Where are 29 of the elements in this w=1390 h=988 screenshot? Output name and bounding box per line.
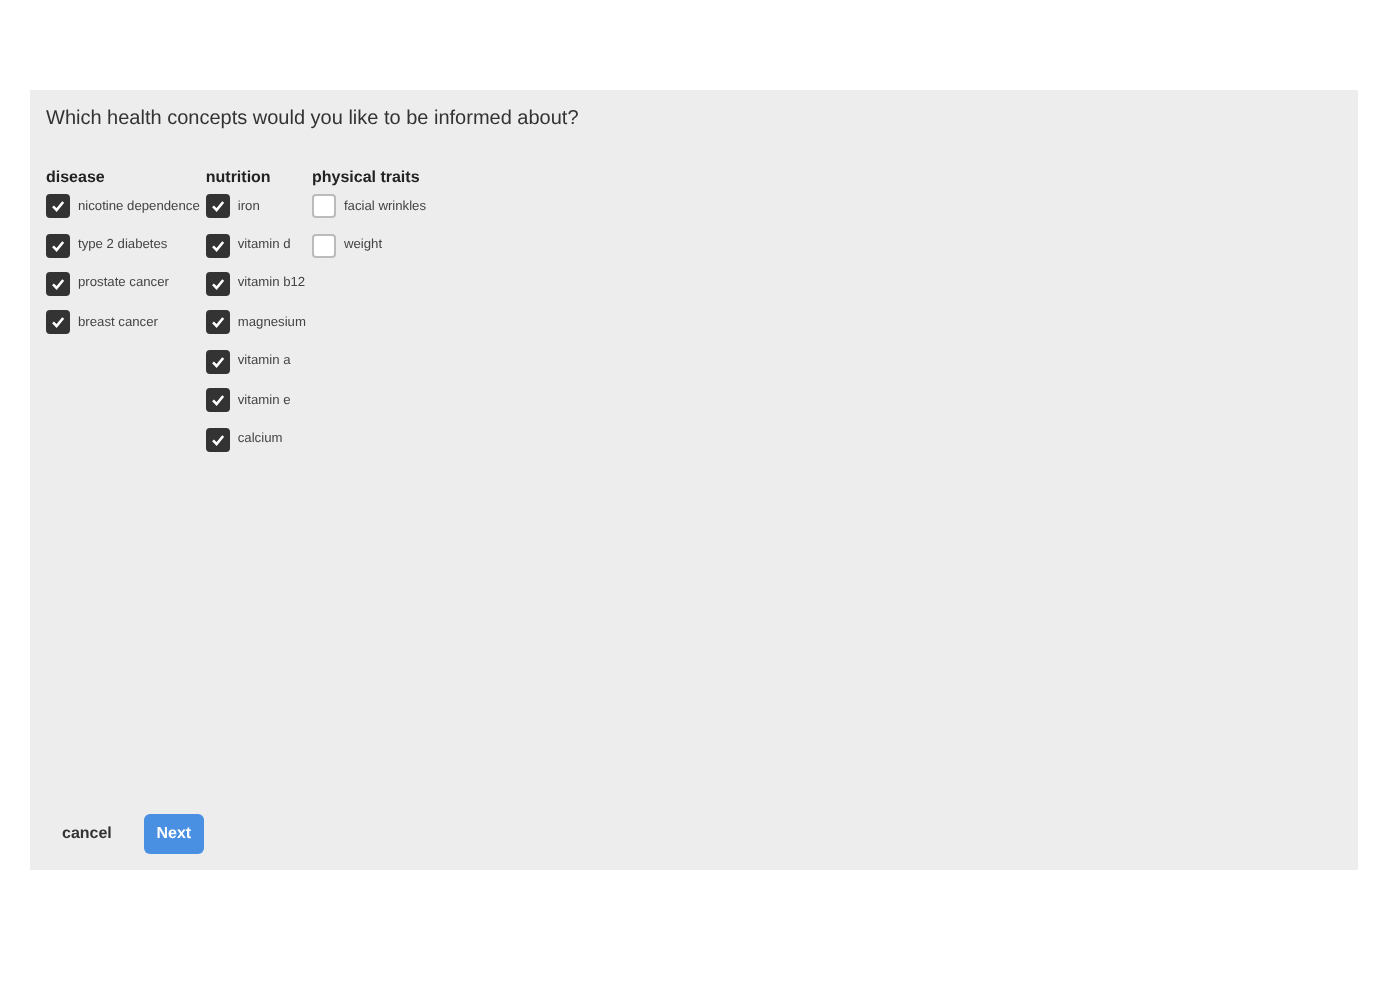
- group-heading: physical traits: [311, 168, 422, 188]
- question-text: Which health concepts would you like to be informed about?: [46, 106, 581, 134]
- check-icon: [50, 237, 66, 254]
- cancel-button[interactable]: cancel: [46, 812, 128, 854]
- group-heading: nutrition: [205, 168, 273, 188]
- checkbox[interactable]: [205, 271, 230, 296]
- checkbox[interactable]: [205, 233, 230, 258]
- check-icon: [209, 314, 226, 331]
- checkbox[interactable]: [205, 427, 230, 452]
- checkbox[interactable]: [46, 233, 70, 258]
- checkbox[interactable]: [205, 194, 230, 219]
- check-icon: [209, 353, 226, 370]
- check-icon: [209, 275, 226, 292]
- check-icon: [50, 314, 66, 331]
- checkbox[interactable]: [311, 194, 336, 219]
- check-icon: [209, 392, 226, 409]
- checkbox[interactable]: [205, 349, 230, 374]
- check-icon: [50, 275, 66, 292]
- checkbox[interactable]: [205, 310, 230, 335]
- checkbox[interactable]: [46, 271, 70, 296]
- checkbox[interactable]: [311, 233, 336, 258]
- check-icon: [209, 237, 226, 254]
- check-icon: [209, 198, 226, 215]
- checkbox[interactable]: [46, 194, 70, 219]
- checkbox[interactable]: [205, 388, 230, 413]
- check-icon: [209, 431, 226, 448]
- check-icon: [50, 198, 66, 215]
- checkbox[interactable]: [46, 310, 70, 335]
- group-heading: disease: [46, 168, 107, 188]
